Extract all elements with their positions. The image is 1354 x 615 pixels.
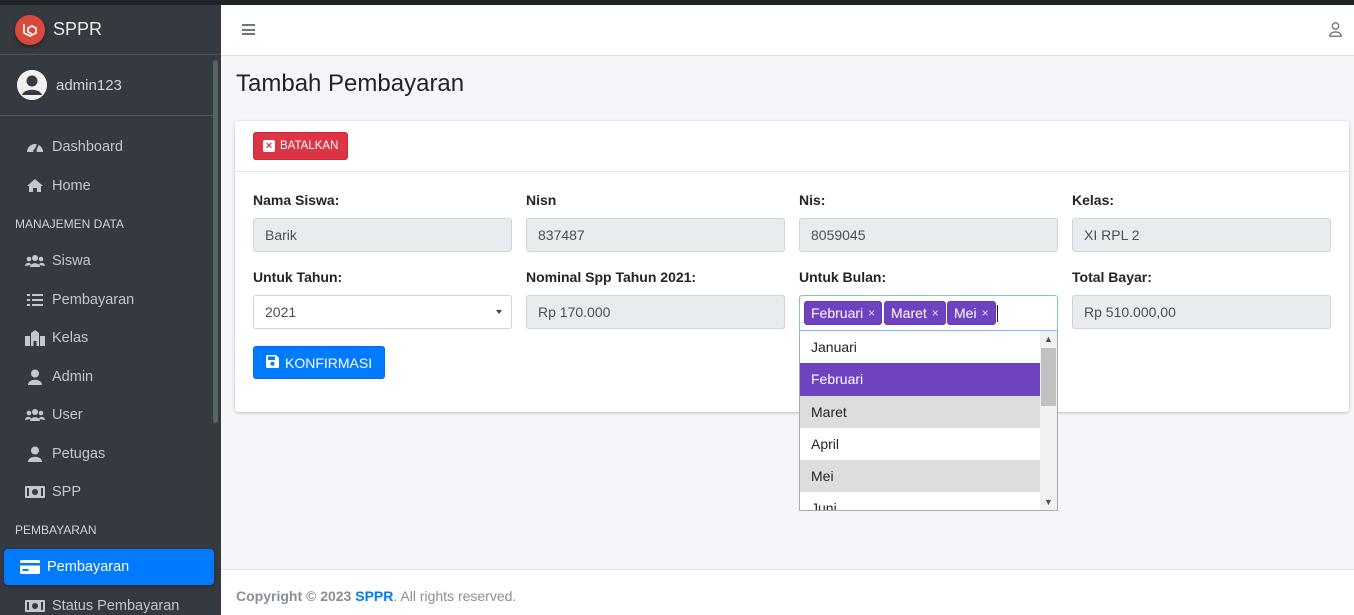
month-option[interactable]: Juni [800,492,1041,510]
nominal-spp-field[interactable]: Rp 170.000 [526,295,785,329]
card-header: × BATALKAN [235,121,1349,172]
payment-form-card: × BATALKAN [235,121,1349,412]
laravel-logo-icon [15,14,45,45]
sidebar-item-label: Status Pembayaran [52,597,180,614]
chevron-down-icon [496,310,502,314]
month-option[interactable]: Maret [800,395,1041,428]
sidebar-item-label: Admin [52,368,94,385]
save-icon [266,354,279,371]
sidebar-item-label: Pembayaran [47,558,130,575]
nav-header-manajemen-data: MANAJEMEN DATA [15,216,124,231]
list-icon [25,291,45,309]
kelas-field[interactable]: XI RPL 2 [1072,218,1331,252]
money-icon [25,597,45,615]
remove-tag-icon[interactable]: × [982,302,989,324]
sidebar-item-status-pembayaran[interactable]: Status Pembayaran [4,587,214,615]
confirm-button-label: KONFIRMASI [285,354,373,371]
total-bayar-field[interactable]: Rp 510.000,00 [1072,295,1331,329]
footer: Copyright © 2023 SPPR. All rights reserv… [221,569,1354,615]
tahun-select-value: 2021 [265,304,297,320]
nav-header-pembayaran: PEMBAYARAN [15,523,97,537]
sidebar-scrollbar[interactable] [213,60,218,423]
selected-month-tag[interactable]: Mei × [947,301,996,325]
sidebar-item-label: Pembayaran [52,291,135,308]
nisn-label: Nisn [526,192,557,208]
untuk-tahun-label: Untuk Tahun: [253,269,343,285]
brand-link[interactable]: SPPR [0,5,221,55]
bulan-multiselect[interactable]: Februari × Maret × Mei × [799,295,1058,331]
confirm-button[interactable]: KONFIRMASI [253,346,386,379]
sidebar-item-pembayaran[interactable]: Pembayaran [4,281,214,320]
user-name: admin123 [56,76,122,94]
user-icon [25,445,45,463]
sidebar-item-admin[interactable]: Admin [4,358,214,397]
sidebar-item-label: Home [52,177,91,194]
dropdown-scrollbar[interactable]: ▲ ▼ [1040,331,1057,510]
tag-label: Mei [954,305,977,321]
sidebar-item-label: SPP [52,484,82,501]
credit-card-icon [20,558,40,576]
sidebar: SPPR admin123 Dashboard Home MANAJEMEN D… [0,5,221,615]
footer-brand-link[interactable]: SPPR [355,588,393,604]
money-icon [25,483,45,501]
user-icon [25,368,45,386]
nis-label: Nis: [799,192,826,208]
total-bayar-label: Total Bayar: [1072,269,1152,285]
nama-siswa-label: Nama Siswa: [253,192,340,208]
sidebar-item-pembayaran-active[interactable]: Pembayaran [4,548,214,585]
sidebar-item-dashboard[interactable]: Dashboard [4,128,214,167]
tachometer-icon [25,138,45,156]
users-icon [25,252,45,270]
remove-tag-icon[interactable]: × [868,302,875,324]
tag-label: Februari [811,305,864,321]
cancel-button-label: BATALKAN [280,140,339,152]
sidebar-item-spp[interactable]: SPP [4,473,214,512]
sidebar-item-home[interactable]: Home [4,167,214,206]
nis-field[interactable]: 8059045 [799,218,1058,252]
tag-label: Maret [891,305,927,321]
nama-siswa-field[interactable]: Barik [253,218,512,252]
month-option[interactable]: April [800,428,1041,460]
scroll-down-icon[interactable]: ▼ [1044,497,1053,507]
cancel-button[interactable]: × BATALKAN [253,132,349,160]
sidebar-item-label: User [52,407,83,424]
users-icon [25,406,45,424]
sidebar-item-label: Petugas [52,445,106,462]
dropdown-scroll-thumb[interactable] [1041,348,1056,406]
footer-copyright: Copyright © 2023 [236,588,352,604]
sidebar-item-label: Kelas [52,330,89,347]
month-option[interactable]: Februari [800,363,1041,396]
month-option[interactable]: Januari [800,331,1041,363]
sidebar-item-petugas[interactable]: Petugas [4,435,214,474]
kelas-label: Kelas: [1072,192,1115,208]
month-option[interactable]: Mei [800,460,1041,493]
text-cursor [997,305,998,322]
scroll-up-icon[interactable]: ▲ [1044,334,1053,344]
sidebar-item-label: Siswa [52,253,91,270]
user-panel[interactable]: admin123 [0,55,214,116]
sidebar-nav: Dashboard Home MANAJEMEN DATA Siswa Pemb… [0,116,221,615]
footer-rights: . All rights reserved. [393,588,517,604]
home-icon [25,177,45,195]
brand-name: SPPR [53,19,103,39]
nisn-field[interactable]: 837487 [526,218,785,252]
month-dropdown[interactable]: Januari Februari Maret April Mei Juni ▲ … [799,331,1058,511]
selected-month-tag[interactable]: Februari × [804,301,883,325]
school-icon [25,329,45,347]
selected-month-tag[interactable]: Maret × [884,301,946,325]
sidebar-item-kelas[interactable]: Kelas [4,319,214,358]
close-square-icon: × [263,140,275,152]
sidebar-item-user[interactable]: User [4,396,214,435]
page-title: Tambah Pembayaran [236,70,465,97]
user-avatar-icon [17,70,47,100]
tahun-select[interactable]: 2021 [253,295,512,329]
user-menu-icon[interactable] [1329,22,1342,40]
sidebar-item-label: Dashboard [52,139,123,156]
menu-toggle-icon[interactable] [242,24,255,35]
sidebar-item-siswa[interactable]: Siswa [4,242,214,281]
remove-tag-icon[interactable]: × [932,302,939,324]
untuk-bulan-label: Untuk Bulan: [799,269,887,285]
nominal-spp-label: Nominal Spp Tahun 2021: [526,269,697,285]
top-navbar [221,5,1354,56]
